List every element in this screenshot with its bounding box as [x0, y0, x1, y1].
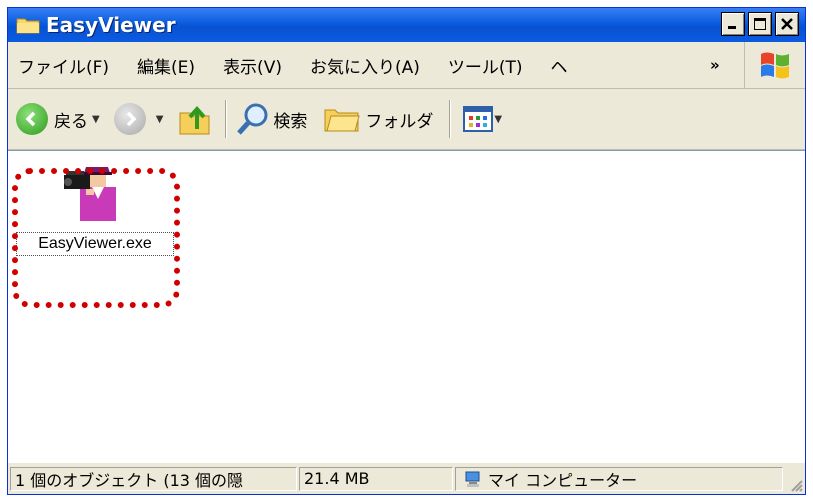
back-arrow-icon [16, 103, 48, 135]
status-bar: 1 個のオブジェクト (13 個の隠 21.4 MB マイ コンピューター [8, 462, 805, 494]
menu-file[interactable]: ファイル(F) [18, 53, 109, 78]
views-button[interactable]: ▼ [463, 106, 502, 132]
menu-help[interactable]: ヘ [551, 53, 568, 78]
folders-label: フォルダ [365, 111, 434, 132]
toolbar-separator [225, 100, 228, 138]
minimize-icon [728, 26, 736, 29]
folders-button[interactable]: フォルダ [323, 104, 433, 134]
status-location-label: マイ コンピューター [488, 470, 638, 490]
menu-tools[interactable]: ツール(T) [448, 53, 523, 78]
red-highlight-marker [12, 168, 180, 308]
back-button[interactable]: 戻る ▼ [16, 103, 100, 135]
windows-flag-icon [761, 52, 789, 79]
up-folder-button[interactable] [177, 101, 213, 137]
status-object-count: 1 個のオブジェクト (13 個の隠 [10, 466, 297, 491]
window-title: EasyViewer [46, 13, 176, 37]
forward-button[interactable]: ▼ [113, 103, 164, 135]
toolbar: 戻る ▼ ▼ 検索 フォルダ ▼ [8, 89, 805, 150]
back-dropdown-icon[interactable]: ▼ [92, 114, 100, 125]
menu-favorites[interactable]: お気に入り(A) [310, 53, 420, 78]
folders-icon [324, 109, 361, 132]
maximize-button[interactable] [748, 12, 772, 36]
views-icon [463, 106, 494, 132]
menu-overflow-chevron[interactable]: » [710, 56, 720, 74]
magnifier-icon [237, 103, 268, 135]
forward-arrow-icon [113, 103, 146, 135]
status-size: 21.4 MB [299, 466, 453, 491]
resize-grip-icon[interactable] [787, 476, 803, 492]
folder-up-icon [179, 105, 210, 135]
forward-dropdown-icon[interactable]: ▼ [156, 114, 164, 125]
close-icon [781, 18, 793, 30]
views-dropdown-icon[interactable]: ▼ [494, 114, 502, 125]
folder-icon [16, 18, 40, 34]
title-bar[interactable]: EasyViewer [8, 8, 805, 42]
toolbar-separator [449, 100, 452, 138]
status-location: マイ コンピューター [455, 466, 783, 491]
my-computer-icon [465, 471, 480, 487]
menu-view[interactable]: 表示(V) [223, 53, 282, 78]
search-label: 検索 [273, 111, 308, 132]
maximize-icon [754, 18, 766, 30]
minimize-button[interactable] [721, 12, 745, 36]
back-label: 戻る [54, 111, 88, 132]
windows-logo [744, 42, 805, 88]
search-button[interactable]: 検索 [235, 101, 307, 137]
menu-edit[interactable]: 編集(E) [137, 53, 195, 78]
menu-bar: ファイル(F) 編集(E) 表示(V) お気に入り(A) ツール(T) ヘ [8, 42, 805, 89]
close-button[interactable] [775, 12, 799, 36]
